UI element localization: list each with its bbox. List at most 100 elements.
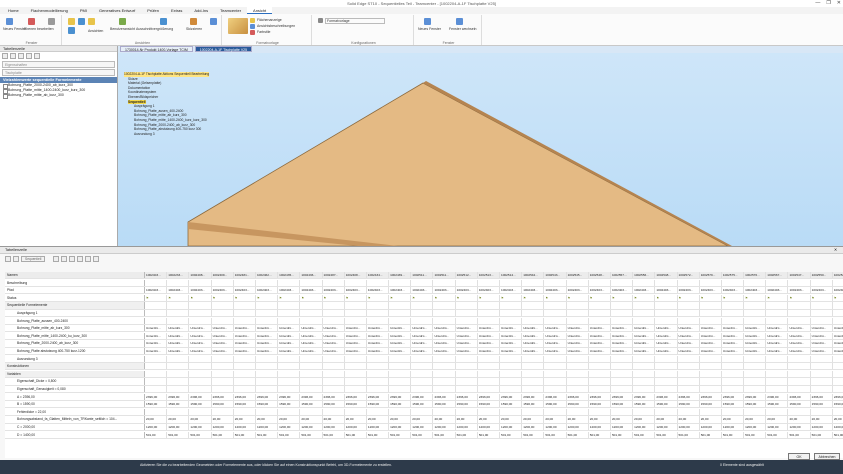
table-cell[interactable]: 1002403... <box>722 287 745 294</box>
table-cell[interactable]: ⚑ <box>655 294 678 301</box>
table-cell[interactable] <box>611 363 634 370</box>
table-cell[interactable]: 1002403... <box>167 287 190 294</box>
maximize-icon[interactable]: ❐ <box>826 0 830 7</box>
table-cell[interactable] <box>456 302 478 309</box>
table-cell[interactable]: 1002403... <box>633 287 656 294</box>
table-cell[interactable] <box>811 386 833 393</box>
table-cell[interactable] <box>478 317 500 324</box>
row-label[interactable]: Eigenschaft_Genauigkeit = 0,080 <box>5 386 145 393</box>
table-cell[interactable] <box>522 279 545 286</box>
table-cell[interactable] <box>744 302 767 309</box>
table-cell[interactable]: Unterdrü... <box>722 332 745 339</box>
table-cell[interactable]: ⚑ <box>234 294 256 301</box>
table-cell[interactable] <box>633 279 656 286</box>
table-cell[interactable]: Unterdrü... <box>433 340 456 347</box>
table-cell[interactable] <box>256 378 279 385</box>
table-cell[interactable]: Unterdrü... <box>234 340 256 347</box>
table-cell[interactable] <box>522 386 545 393</box>
table-cell[interactable]: Unterdrü... <box>589 340 611 347</box>
table-cell[interactable]: 1590,00 <box>167 401 190 408</box>
table-cell[interactable]: 20,00 <box>567 416 589 423</box>
table-cell[interactable]: 2396,00 <box>500 393 523 400</box>
table-cell[interactable] <box>145 302 168 309</box>
table-cell[interactable]: 20,00 <box>811 416 833 423</box>
table-cell[interactable]: Unterdrü... <box>766 340 789 347</box>
table-cell[interactable]: 1200,00 <box>189 424 212 431</box>
table-cell[interactable]: 1002403... <box>655 287 678 294</box>
table-cell[interactable] <box>411 279 434 286</box>
table-cell[interactable]: 1002403... <box>433 287 456 294</box>
table-cell[interactable]: 1002403... <box>611 287 634 294</box>
table-cell[interactable] <box>212 302 234 309</box>
table-cell[interactable] <box>722 408 745 415</box>
table-cell[interactable] <box>700 386 722 393</box>
table-cell[interactable]: Unterdrü... <box>145 332 168 339</box>
table-cell[interactable]: Unterdrü... <box>678 332 700 339</box>
table-cell[interactable] <box>544 310 567 317</box>
table-cell[interactable]: Unterdrü... <box>145 325 168 332</box>
table-cell[interactable] <box>389 378 412 385</box>
table-cell[interactable] <box>567 279 589 286</box>
table-cell[interactable]: 1590,00 <box>633 401 656 408</box>
menu-tab-flachenmodellierung[interactable]: Flachenmodellierung <box>25 7 74 14</box>
table-cell[interactable]: 1200,00 <box>367 424 390 431</box>
table-cell[interactable]: 1200,00 <box>411 424 434 431</box>
table-cell[interactable]: ⚑ <box>256 294 279 301</box>
table-cell[interactable] <box>522 370 545 377</box>
table-cell[interactable] <box>655 363 678 370</box>
table-cell[interactable]: 2396,00 <box>722 393 745 400</box>
table-cell[interactable] <box>234 310 256 317</box>
table-cell[interactable]: 1002403... <box>145 272 168 279</box>
table-cell[interactable] <box>788 310 811 317</box>
table-cell[interactable]: 1002403... <box>544 287 567 294</box>
table-cell[interactable]: 1200,00 <box>234 424 256 431</box>
table-cell[interactable] <box>544 317 567 324</box>
table-cell[interactable] <box>678 279 700 286</box>
table-cell[interactable] <box>833 371 843 377</box>
table-cell[interactable] <box>811 317 833 324</box>
table-cell[interactable]: 1002403... <box>811 287 833 294</box>
table-cell[interactable]: ⚑ <box>567 294 589 301</box>
table-cell[interactable]: 501,00 <box>456 431 478 438</box>
table-cell[interactable]: 2396,00 <box>788 393 811 400</box>
table-cell[interactable]: 1590,00 <box>611 401 634 408</box>
table-cell[interactable] <box>345 279 367 286</box>
table-cell[interactable] <box>744 378 767 385</box>
table-cell[interactable]: 20,00 <box>655 416 678 423</box>
table-cell[interactable]: 20,00 <box>500 416 523 423</box>
table-cell[interactable] <box>167 363 190 370</box>
table-cell[interactable] <box>567 370 589 377</box>
table-cell[interactable]: Unterdrü... <box>655 325 678 332</box>
table-cell[interactable] <box>567 378 589 385</box>
table-cell[interactable]: Unterdrü... <box>278 340 301 347</box>
table-cell[interactable]: 501,00 <box>567 431 589 438</box>
table-cell[interactable] <box>700 370 722 377</box>
table-cell[interactable]: 1002403... <box>212 287 234 294</box>
table-cell[interactable] <box>567 302 589 309</box>
table-cell[interactable] <box>811 370 833 377</box>
row-label[interactable]: Bohrung_Platte_aussen_400-2400 <box>5 317 145 324</box>
table-cell[interactable]: 1002403... <box>389 287 412 294</box>
table-cell[interactable]: Unterdrü... <box>256 348 279 355</box>
table-cell[interactable]: 501,00 <box>411 431 434 438</box>
table-cell[interactable] <box>256 302 279 309</box>
table-cell[interactable] <box>389 317 412 324</box>
table-cell[interactable] <box>300 279 323 286</box>
style-dropdown[interactable]: Formatvorlage <box>325 18 385 24</box>
table-cell[interactable]: Unterdrü... <box>611 332 634 339</box>
table-cell[interactable] <box>567 317 589 324</box>
color-styles-label[interactable]: Farbstile <box>257 30 270 34</box>
table-cell[interactable]: Unterdrü... <box>611 348 634 355</box>
table-cell[interactable]: 1200,00 <box>212 424 234 431</box>
table-cell[interactable] <box>544 386 567 393</box>
table-cell[interactable] <box>278 317 301 324</box>
table-cell[interactable] <box>500 408 523 415</box>
table-cell[interactable]: Unterdrü... <box>345 348 367 355</box>
table-cell[interactable] <box>633 363 656 370</box>
table-cell[interactable] <box>256 386 279 393</box>
table-cell[interactable]: 501,00 <box>500 431 523 438</box>
table-cell[interactable]: 1002557... <box>610 272 634 279</box>
table-cell[interactable]: 1590,00 <box>678 401 700 408</box>
table-cell[interactable]: 2396,00 <box>544 393 567 400</box>
table-cell[interactable] <box>212 279 234 286</box>
